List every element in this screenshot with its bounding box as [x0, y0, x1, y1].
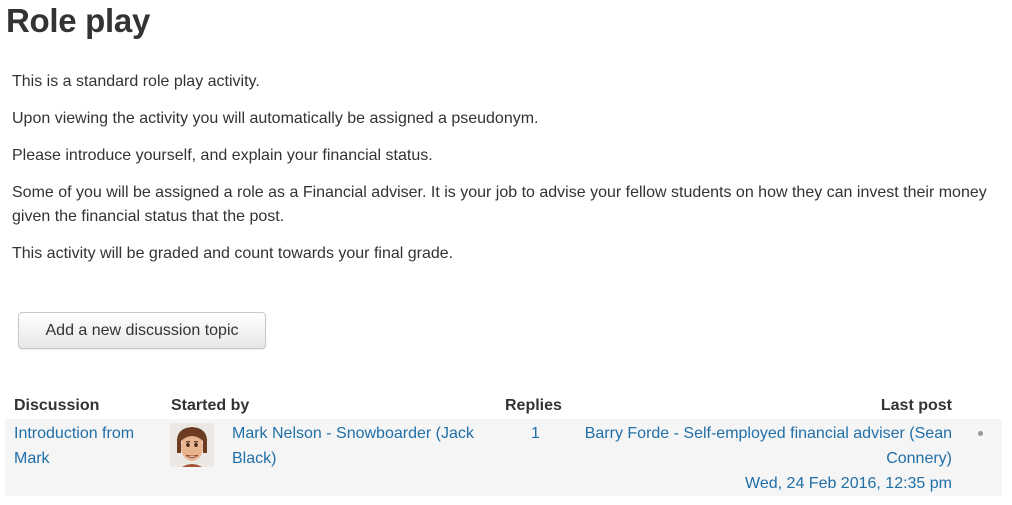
intro-paragraph: Some of you will be assigned a role as a…: [12, 184, 987, 225]
intro-paragraph: Please introduce yourself, and explain y…: [12, 147, 433, 164]
started-by-user-link[interactable]: Mark Nelson - Snowboarder (Jack Black): [232, 425, 474, 467]
intro-paragraph: Upon viewing the activity you will autom…: [12, 110, 539, 127]
last-post-date-link[interactable]: Wed, 24 Feb 2016, 12:35 pm: [745, 475, 952, 492]
user-avatar-icon[interactable]: [170, 423, 214, 467]
last-post-author-link[interactable]: Barry Forde - Self-employed financial ad…: [585, 425, 952, 467]
column-header-started-by[interactable]: Started by: [171, 397, 249, 415]
column-header-discussion[interactable]: Discussion: [14, 397, 99, 415]
intro-paragraph: This activity will be graded and count t…: [12, 245, 454, 262]
column-header-last-post[interactable]: Last post: [881, 397, 952, 415]
replies-count-link[interactable]: 1: [531, 425, 540, 442]
table-header: Discussion Started by Replies Last post: [5, 393, 1002, 419]
column-header-replies[interactable]: Replies: [505, 397, 562, 415]
avatar-portrait-icon: [170, 423, 214, 467]
discussion-link[interactable]: Introduction from Mark: [14, 425, 134, 467]
discussion-table: Discussion Started by Replies Last post …: [5, 393, 1002, 496]
activity-description: This is a standard role play activity. U…: [12, 70, 1002, 279]
table-row: Introduction from Mark Mark Nelson - Sno…: [5, 419, 1002, 496]
unread-dot-icon: [978, 431, 983, 436]
intro-paragraph: This is a standard role play activity.: [12, 73, 260, 90]
page-title: Role play: [6, 2, 151, 39]
add-discussion-topic-button[interactable]: Add a new discussion topic: [18, 312, 266, 349]
